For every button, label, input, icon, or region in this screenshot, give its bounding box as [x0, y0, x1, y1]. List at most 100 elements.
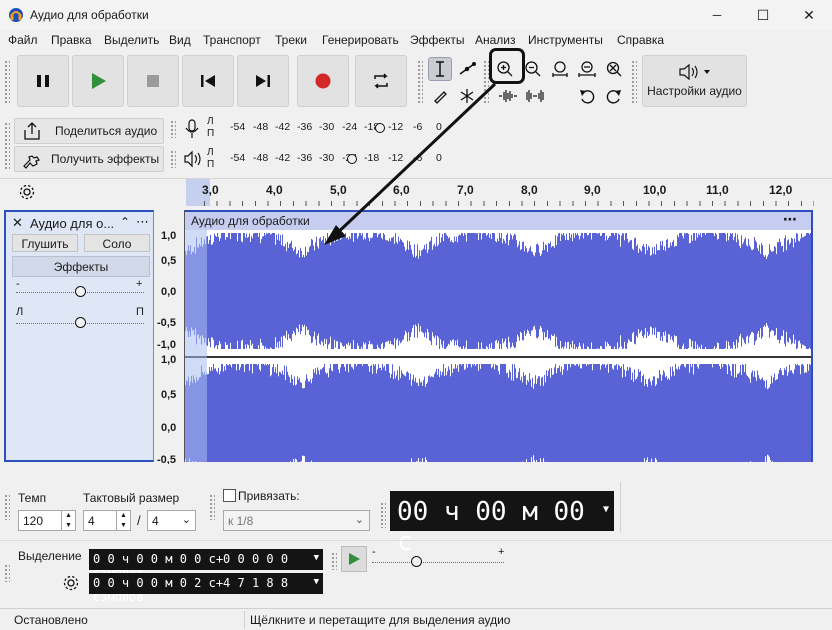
redo-button[interactable]	[602, 84, 626, 108]
tempo-spinner[interactable]: ▲ ▼	[61, 510, 76, 531]
meter-tick: -48	[253, 152, 269, 164]
scale-label: 0,0	[161, 286, 177, 298]
time-format-dropdown-icon[interactable]: ▼	[603, 504, 609, 515]
silence-audio-icon	[526, 90, 544, 102]
menu-transport[interactable]: Транспорт	[203, 33, 261, 47]
track-name[interactable]: Аудио для о...	[30, 216, 114, 231]
menu-help[interactable]: Справка	[617, 33, 664, 47]
timesig-spinner[interactable]: ▲ ▼	[116, 510, 131, 531]
menu-generate[interactable]: Генерировать	[322, 33, 399, 47]
tempo-label: Темп	[18, 491, 47, 505]
zoom-selection-icon	[552, 61, 568, 77]
share-icon	[24, 122, 40, 140]
chevron-down-icon[interactable]: ▼	[314, 577, 319, 587]
play-button[interactable]	[72, 55, 124, 107]
speed-slider[interactable]	[411, 556, 422, 567]
selection-end-value: 0 0 ч 0 0 м 0 2 с+4 7 1 8 8 сэмплов	[93, 576, 289, 604]
mute-label: Глушить	[21, 237, 69, 251]
speaker-icon[interactable]	[183, 150, 203, 168]
snap-select[interactable]: к 1/8 ⌄	[223, 510, 370, 531]
amplitude-scale[interactable]: 1,0 0,5 0,0 -0,5 -1,0 1,0 0,5 0,0 -0,5	[154, 210, 185, 466]
menu-file[interactable]: Файл	[8, 33, 38, 47]
microphone-icon[interactable]	[183, 118, 201, 140]
minimize-button[interactable]: ─	[694, 0, 740, 30]
solo-button[interactable]: Соло	[84, 234, 150, 252]
selection-start[interactable]: 0 0 ч 0 0 м 0 0 с+0 0 0 0 0 сэмплов▼	[89, 549, 323, 580]
fit-selection-button[interactable]	[548, 57, 572, 81]
audio-setup-button[interactable]: Настройки аудио	[642, 55, 747, 107]
status-hint: Щёлкните и перетащите для выделения ауди…	[250, 613, 511, 627]
menu-tools[interactable]: Инструменты	[528, 33, 603, 47]
track-menu-icon[interactable]: ⋯	[136, 214, 149, 230]
skip-end-button[interactable]	[237, 55, 289, 107]
skip-to-end-icon	[256, 75, 270, 87]
zoom-out-button[interactable]	[521, 57, 545, 81]
gear-icon[interactable]	[18, 183, 36, 201]
gain-minus: -	[16, 278, 20, 290]
play-at-speed-grip[interactable]	[331, 552, 337, 570]
time-signature-grip[interactable]	[4, 494, 10, 520]
clip-menu-icon[interactable]: ⋯	[783, 212, 797, 228]
time-grip[interactable]	[380, 502, 386, 528]
share-audio-button[interactable]: Поделиться аудио	[14, 118, 164, 144]
audio-setup-grip[interactable]	[631, 60, 637, 104]
time-display[interactable]: 00 ч 00 м 00 с ▼	[390, 491, 614, 557]
stop-button[interactable]	[127, 55, 179, 107]
annotation-arrow	[324, 82, 497, 245]
get-effects-button[interactable]: Получить эффекты	[14, 146, 164, 172]
snap-grip[interactable]	[209, 494, 215, 520]
solo-label: Соло	[102, 237, 132, 251]
maximize-button[interactable]: ☐	[740, 0, 786, 30]
play-at-speed-button[interactable]	[341, 546, 367, 572]
selection-end[interactable]: 0 0 ч 0 0 м 0 2 с+4 7 1 8 8 сэмплов ▼	[89, 573, 323, 604]
waveform-selection	[185, 230, 207, 462]
undo-button[interactable]	[575, 84, 599, 108]
menu-select[interactable]: Выделить	[104, 33, 159, 47]
share-grip[interactable]	[4, 122, 10, 170]
chevron-down-icon[interactable]: ▼	[314, 553, 319, 563]
ruler-tick: 3,0	[202, 183, 219, 197]
pan-slider[interactable]	[75, 317, 86, 328]
menu-edit[interactable]: Правка	[51, 33, 92, 47]
collapse-icon[interactable]: ⌃	[120, 215, 130, 229]
menu-tracks[interactable]: Треки	[275, 33, 307, 47]
separator	[244, 611, 245, 629]
time-signature-denominator[interactable]: 4 ⌄	[147, 510, 196, 531]
skip-start-button[interactable]	[182, 55, 234, 107]
close-button[interactable]: ✕	[786, 0, 832, 30]
pan-right: П	[136, 306, 144, 318]
pause-button[interactable]	[17, 55, 69, 107]
timesig-den-value: 4	[152, 514, 159, 528]
selection-tool[interactable]	[428, 57, 452, 81]
envelope-tool[interactable]	[455, 57, 479, 81]
toolbar-grip[interactable]	[4, 60, 10, 104]
time-signature-numerator[interactable]: 4	[83, 510, 117, 531]
waveform[interactable]	[185, 230, 811, 462]
gear-icon[interactable]	[62, 574, 80, 592]
timesig-separator: /	[137, 513, 141, 528]
track-close-icon[interactable]: ✕	[12, 215, 23, 231]
time-signature-label: Тактовый размер	[83, 491, 180, 505]
menu-analyze[interactable]: Анализ	[475, 33, 516, 47]
play-icon	[349, 553, 360, 565]
selection-grip[interactable]	[4, 564, 10, 582]
gain-slider[interactable]	[75, 286, 86, 297]
effects-label: Эффекты	[53, 260, 109, 274]
skip-to-start-icon	[201, 75, 215, 87]
silence-button[interactable]	[523, 84, 547, 108]
mute-button[interactable]: Глушить	[12, 234, 78, 252]
selection-label: Выделение	[18, 549, 82, 563]
tempo-input[interactable]: 120	[18, 510, 62, 531]
play-meter-grip[interactable]	[170, 150, 176, 168]
effects-button[interactable]: Эффекты	[12, 256, 150, 277]
zoom-fit-icon	[578, 61, 596, 77]
menu-view[interactable]: Вид	[169, 33, 191, 47]
snap-checkbox[interactable]	[223, 489, 236, 502]
zoom-toggle-button[interactable]	[602, 57, 626, 81]
ruler-tick: 12,0	[769, 183, 793, 197]
fit-project-button[interactable]	[575, 57, 599, 81]
menu-effects[interactable]: Эффекты	[410, 33, 465, 47]
puzzle-icon	[23, 155, 40, 169]
record-meter-grip[interactable]	[170, 120, 176, 138]
scale-label: 0,5	[161, 389, 177, 401]
